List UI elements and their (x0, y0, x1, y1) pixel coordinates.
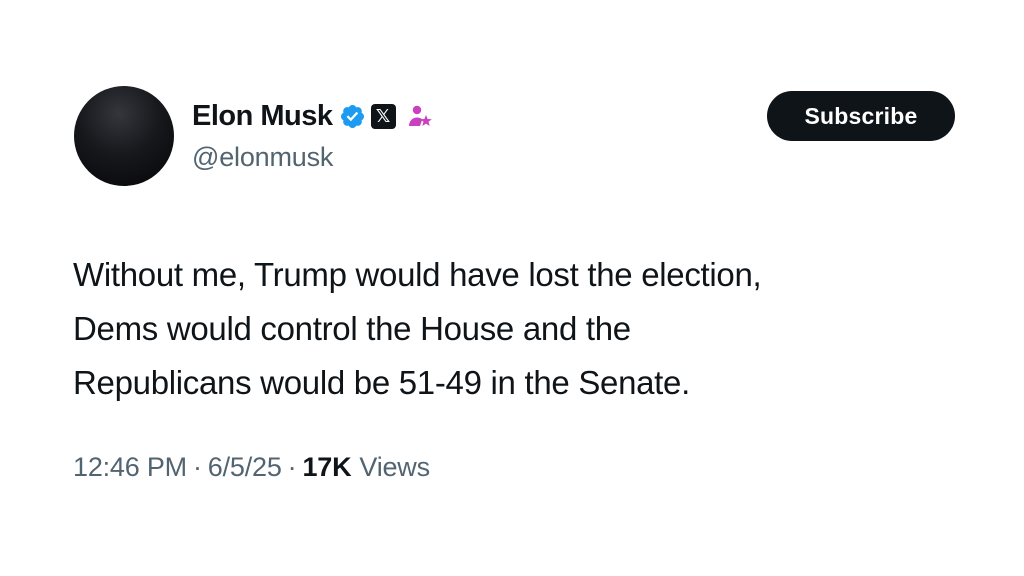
tweet-metadata: 12:46 PM · 6/5/25 · 17K Views (73, 452, 430, 483)
tweet-text-line: Without me, Trump would have lost the el… (73, 256, 762, 293)
tweet-text-line: Republicans would be 51-49 in the Senate… (73, 364, 690, 401)
meta-separator: · (287, 452, 297, 482)
verified-icon[interactable] (339, 103, 366, 130)
x-affiliation-icon[interactable]: 𝕏 (370, 103, 396, 129)
views-label: Views (359, 452, 430, 482)
tweet-card: Elon Musk 𝕏 @elonmusk Subscribe Without … (0, 0, 1024, 576)
meta-separator: · (192, 452, 202, 482)
views-count: 17K (302, 452, 352, 482)
avatar[interactable] (74, 86, 174, 186)
tweet-time[interactable]: 12:46 PM (73, 452, 187, 483)
author-display-name[interactable]: Elon Musk (192, 100, 333, 133)
tweet-date[interactable]: 6/5/25 (208, 452, 282, 483)
subscribe-button[interactable]: Subscribe (767, 91, 955, 141)
author-name-row: Elon Musk 𝕏 (192, 96, 434, 136)
tweet-text: Without me, Trump would have lost the el… (73, 248, 953, 410)
author-handle[interactable]: @elonmusk (192, 142, 333, 173)
government-badge-icon[interactable] (402, 102, 434, 130)
tweet-text-line: Dems would control the House and the (73, 310, 631, 347)
